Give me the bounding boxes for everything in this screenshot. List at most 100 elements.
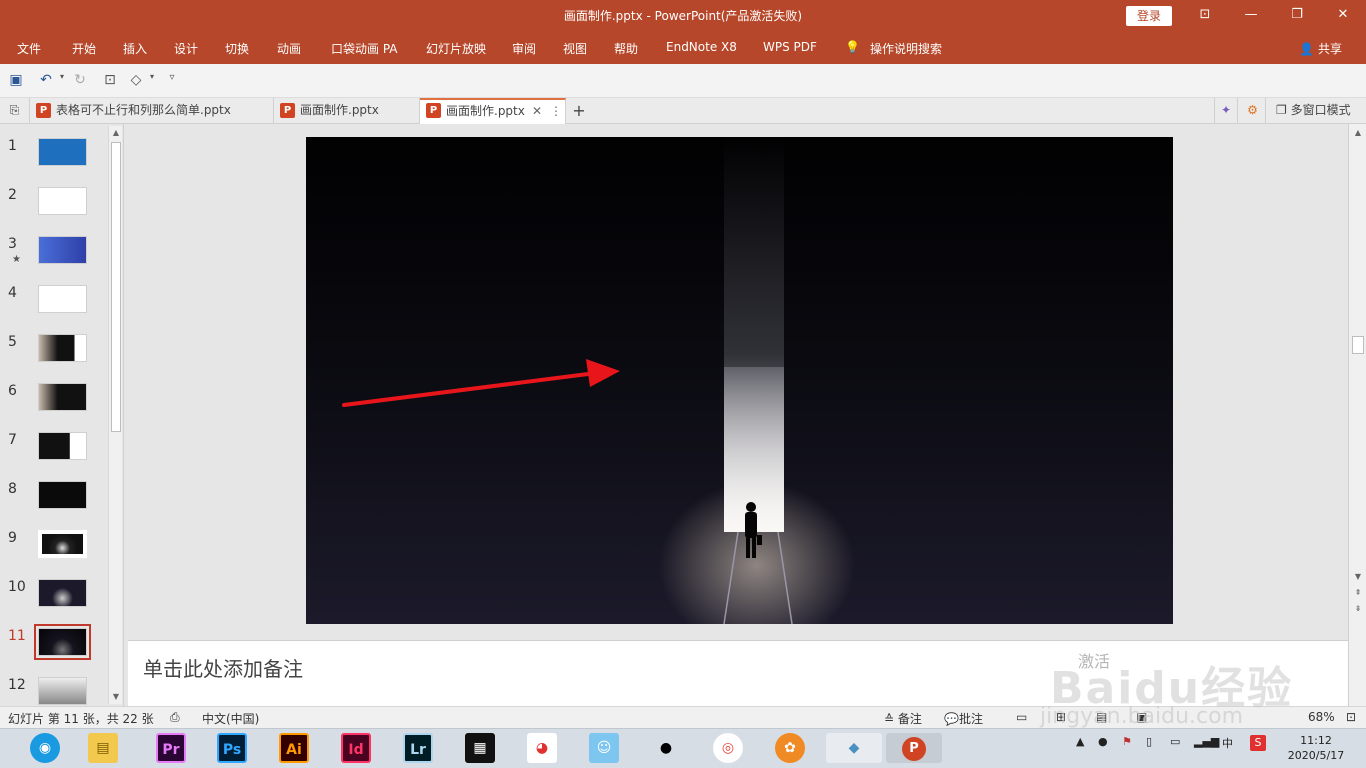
qq-penguin-icon[interactable]: ● xyxy=(651,733,681,763)
status-bar: 幻灯片 第 11 张，共 22 张 ⎙ 中文(中国) ≙ 备注 💬批注 ▭ ⊞ … xyxy=(0,706,1366,728)
new-tab-button[interactable]: + xyxy=(566,98,592,124)
maximize-button[interactable]: ❐ xyxy=(1274,0,1320,32)
ribbon-display-options-icon[interactable]: ⊡ xyxy=(1182,0,1228,32)
scroll-up-arrow-icon[interactable]: ▲ xyxy=(109,126,123,140)
slide-thumbnail[interactable]: 8 xyxy=(0,481,108,521)
slide-thumbnail-pane: 1 2 3 ★ 4 5 6 7 8 9 10 11 12 ▲ ▼ xyxy=(0,124,124,706)
tab-wps-pdf[interactable]: WPS PDF xyxy=(763,40,817,54)
notes-pane[interactable]: 单击此处添加备注 xyxy=(128,640,1348,706)
next-slide-icon[interactable]: ⇟ xyxy=(1349,602,1366,616)
tray-usb-icon[interactable]: ▭ xyxy=(1170,735,1180,748)
close-button[interactable]: ✕ xyxy=(1320,0,1366,32)
tab-insert[interactable]: 插入 xyxy=(123,40,147,57)
tray-wifi-icon[interactable]: ▂▄▆ xyxy=(1194,735,1219,748)
ime-indicator[interactable]: 中 xyxy=(1222,735,1233,751)
tab-review[interactable]: 审阅 xyxy=(512,40,536,57)
tab-file[interactable]: 文件 xyxy=(17,40,41,57)
sparkle-icon[interactable]: ✦ xyxy=(1214,98,1238,124)
notes-toggle[interactable]: ≙ 备注 xyxy=(884,710,922,727)
powerpoint-taskbar-icon[interactable]: P xyxy=(886,733,942,763)
comments-toggle[interactable]: 💬批注 xyxy=(944,710,983,727)
slide-preview xyxy=(38,187,87,215)
customize-qat-icon[interactable]: ▿ xyxy=(162,72,182,90)
tray-battery-icon[interactable]: ▯ xyxy=(1146,735,1152,748)
premiere-icon[interactable]: Pr xyxy=(156,733,186,763)
slide-thumbnail[interactable]: 10 xyxy=(0,579,108,619)
scroll-up-arrow-icon[interactable]: ▲ xyxy=(1349,126,1366,140)
slide-thumbnail[interactable]: 7 xyxy=(0,432,108,472)
doc-tab-2[interactable]: P 画面制作.pptx xyxy=(274,98,420,124)
zoom-level[interactable]: 68% xyxy=(1308,710,1335,724)
close-tab-icon[interactable]: ✕ xyxy=(532,100,542,122)
share-button[interactable]: 👤 共享 xyxy=(1299,40,1342,57)
doc-tab-3[interactable]: P 画面制作.pptx ✕ ⋮ xyxy=(420,98,566,124)
save-icon[interactable]: ▣ xyxy=(6,72,26,90)
slide-thumbnail[interactable]: 3 ★ xyxy=(0,236,108,276)
doc-tab-1[interactable]: P 表格可不止行和列那么简单.pptx xyxy=(30,98,274,124)
present-from-start-icon[interactable]: ⊡ xyxy=(100,72,120,90)
thumbnail-scrollbar[interactable]: ▲ ▼ xyxy=(108,126,122,704)
sogou-ime-icon[interactable]: S xyxy=(1250,735,1266,751)
undo-dropdown-icon[interactable]: ▾ xyxy=(52,72,72,90)
tab-animations[interactable]: 动画 xyxy=(277,40,301,57)
tab-pocket-animation[interactable]: 口袋动画 PA xyxy=(331,40,398,57)
multi-window-mode-button[interactable]: ❐ 多窗口模式 xyxy=(1268,98,1366,124)
pie-chart-app-icon[interactable]: ◕ xyxy=(527,733,557,763)
slideshow-icon[interactable]: ▣ xyxy=(1136,710,1147,724)
redo-icon[interactable]: ↻ xyxy=(70,72,90,90)
slide-thumbnail[interactable]: 1 xyxy=(0,138,108,178)
tab-list-icon[interactable]: ⎘ xyxy=(0,98,30,124)
clock-date: 2020/5/17 xyxy=(1287,749,1345,762)
indesign-icon[interactable]: Id xyxy=(341,733,371,763)
orange-app-icon[interactable]: ✿ xyxy=(775,733,805,763)
tray-qq-icon[interactable]: ● xyxy=(1098,735,1108,748)
chrome-icon[interactable]: ◎ xyxy=(713,733,743,763)
tab-home[interactable]: 开始 xyxy=(72,40,96,57)
tab-more-icon[interactable]: ⋮ xyxy=(550,100,562,122)
tab-slideshow[interactable]: 幻灯片放映 xyxy=(426,40,486,57)
minimize-button[interactable]: — xyxy=(1228,0,1274,32)
tell-me-search[interactable]: 操作说明搜索 xyxy=(870,40,942,57)
photoshop-icon[interactable]: Ps xyxy=(217,733,247,763)
slide-thumbnail[interactable]: 4 xyxy=(0,285,108,325)
slide-scrollbar[interactable]: ▲ ▼ ⇞ ⇟ xyxy=(1348,124,1366,706)
language[interactable]: 中文(中国) xyxy=(202,710,259,727)
slide-number: 1 xyxy=(8,138,17,154)
file-explorer-icon[interactable]: ▤ xyxy=(88,733,118,763)
scrollbar-thumb[interactable] xyxy=(111,142,121,432)
lightroom-icon[interactable]: Lr xyxy=(403,733,433,763)
tab-help[interactable]: 帮助 xyxy=(614,40,638,57)
illustrator-icon[interactable]: Ai xyxy=(279,733,309,763)
slide-thumbnail[interactable]: 2 xyxy=(0,187,108,227)
notes-app-icon[interactable]: ◆ xyxy=(826,733,882,763)
slide-thumbnail[interactable]: 9 xyxy=(0,530,108,570)
tab-design[interactable]: 设计 xyxy=(174,40,198,57)
tray-network-error-icon[interactable]: ⚑ xyxy=(1122,735,1132,748)
reading-view-icon[interactable]: ▤ xyxy=(1096,710,1107,724)
slide-thumbnail[interactable]: 12 xyxy=(0,677,108,706)
settings-gear-icon[interactable]: ⚙ xyxy=(1240,98,1266,124)
tab-endnote[interactable]: EndNote X8 xyxy=(666,40,737,54)
spellcheck-icon[interactable]: ⎙ xyxy=(170,710,180,725)
tab-view[interactable]: 视图 xyxy=(563,40,587,57)
slide-sorter-icon[interactable]: ⊞ xyxy=(1056,710,1066,724)
fit-slide-icon[interactable]: ⊡ xyxy=(1346,710,1356,724)
login-button[interactable]: 登录 xyxy=(1126,6,1172,26)
browser-icon[interactable]: ◉ xyxy=(30,733,60,763)
scroll-down-arrow-icon[interactable]: ▼ xyxy=(109,690,123,704)
scrollbar-thumb[interactable] xyxy=(1352,336,1364,354)
path-line-left xyxy=(723,531,739,624)
system-clock[interactable]: 11:12 2020/5/17 xyxy=(1284,733,1348,763)
cat-app-icon[interactable]: ☺ xyxy=(589,733,619,763)
tab-transitions[interactable]: 切换 xyxy=(225,40,249,57)
slide-thumbnail[interactable]: 5 xyxy=(0,334,108,374)
shapes-dropdown-icon[interactable]: ▾ xyxy=(142,72,162,90)
current-slide[interactable] xyxy=(306,137,1173,624)
normal-view-icon[interactable]: ▭ xyxy=(1016,710,1027,724)
slide-thumbnail-selected[interactable]: 11 xyxy=(0,624,108,668)
tray-expand-icon[interactable]: ▲ xyxy=(1076,735,1084,748)
scroll-down-arrow-icon[interactable]: ▼ xyxy=(1349,570,1366,584)
slide-thumbnail[interactable]: 6 xyxy=(0,383,108,423)
video-editor-icon[interactable]: ▦ xyxy=(465,733,495,763)
previous-slide-icon[interactable]: ⇞ xyxy=(1349,586,1366,600)
